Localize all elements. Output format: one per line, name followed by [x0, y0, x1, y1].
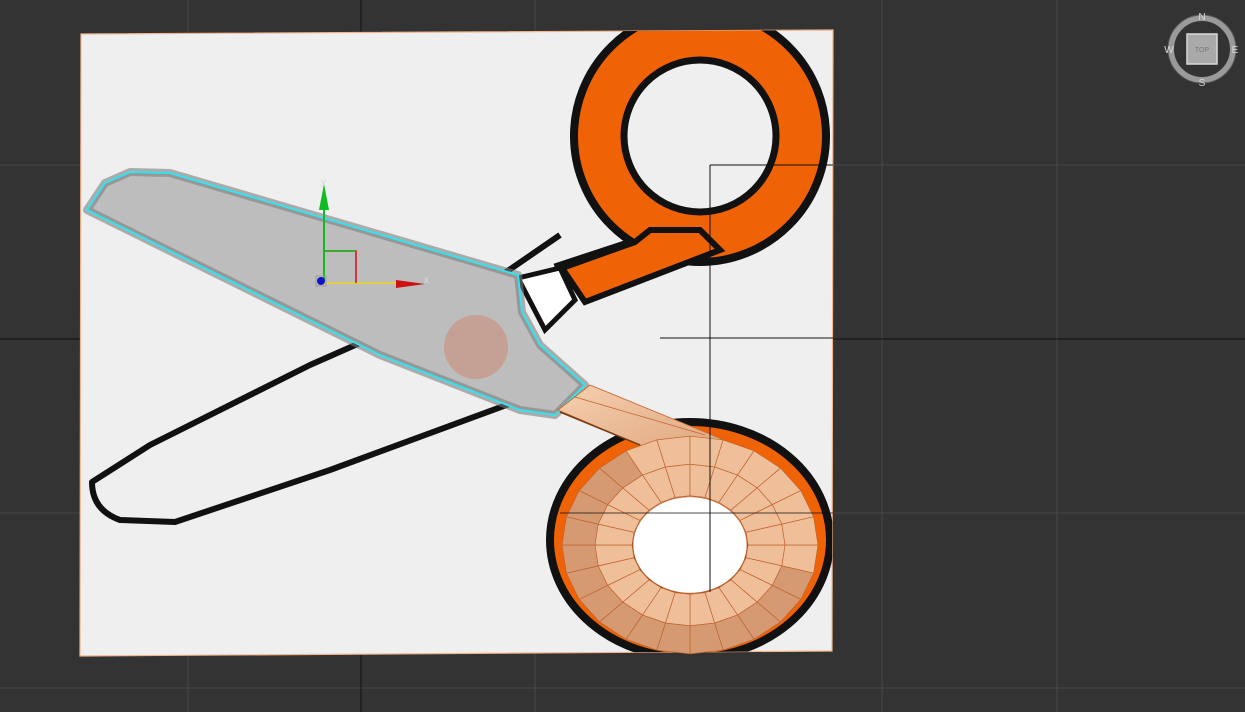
- compass-north-label: N: [1198, 12, 1205, 23]
- mesh-ring-hole: [632, 496, 748, 594]
- gizmo-center[interactable]: [317, 277, 325, 285]
- compass-south-label: S: [1199, 78, 1206, 89]
- viewport-top[interactable]: y x TOP N S E W: [0, 0, 1245, 712]
- pivot-screw: [444, 315, 508, 379]
- compass-east-label: E: [1232, 45, 1239, 56]
- viewport-canvas[interactable]: y x TOP N S E W: [0, 0, 1245, 712]
- viewcube-face-label: TOP: [1195, 47, 1210, 54]
- compass-west-label: W: [1164, 45, 1174, 56]
- gizmo-x-label: x: [424, 275, 429, 286]
- gizmo-y-label: y: [321, 177, 326, 188]
- viewcube[interactable]: TOP N S E W: [1164, 12, 1238, 89]
